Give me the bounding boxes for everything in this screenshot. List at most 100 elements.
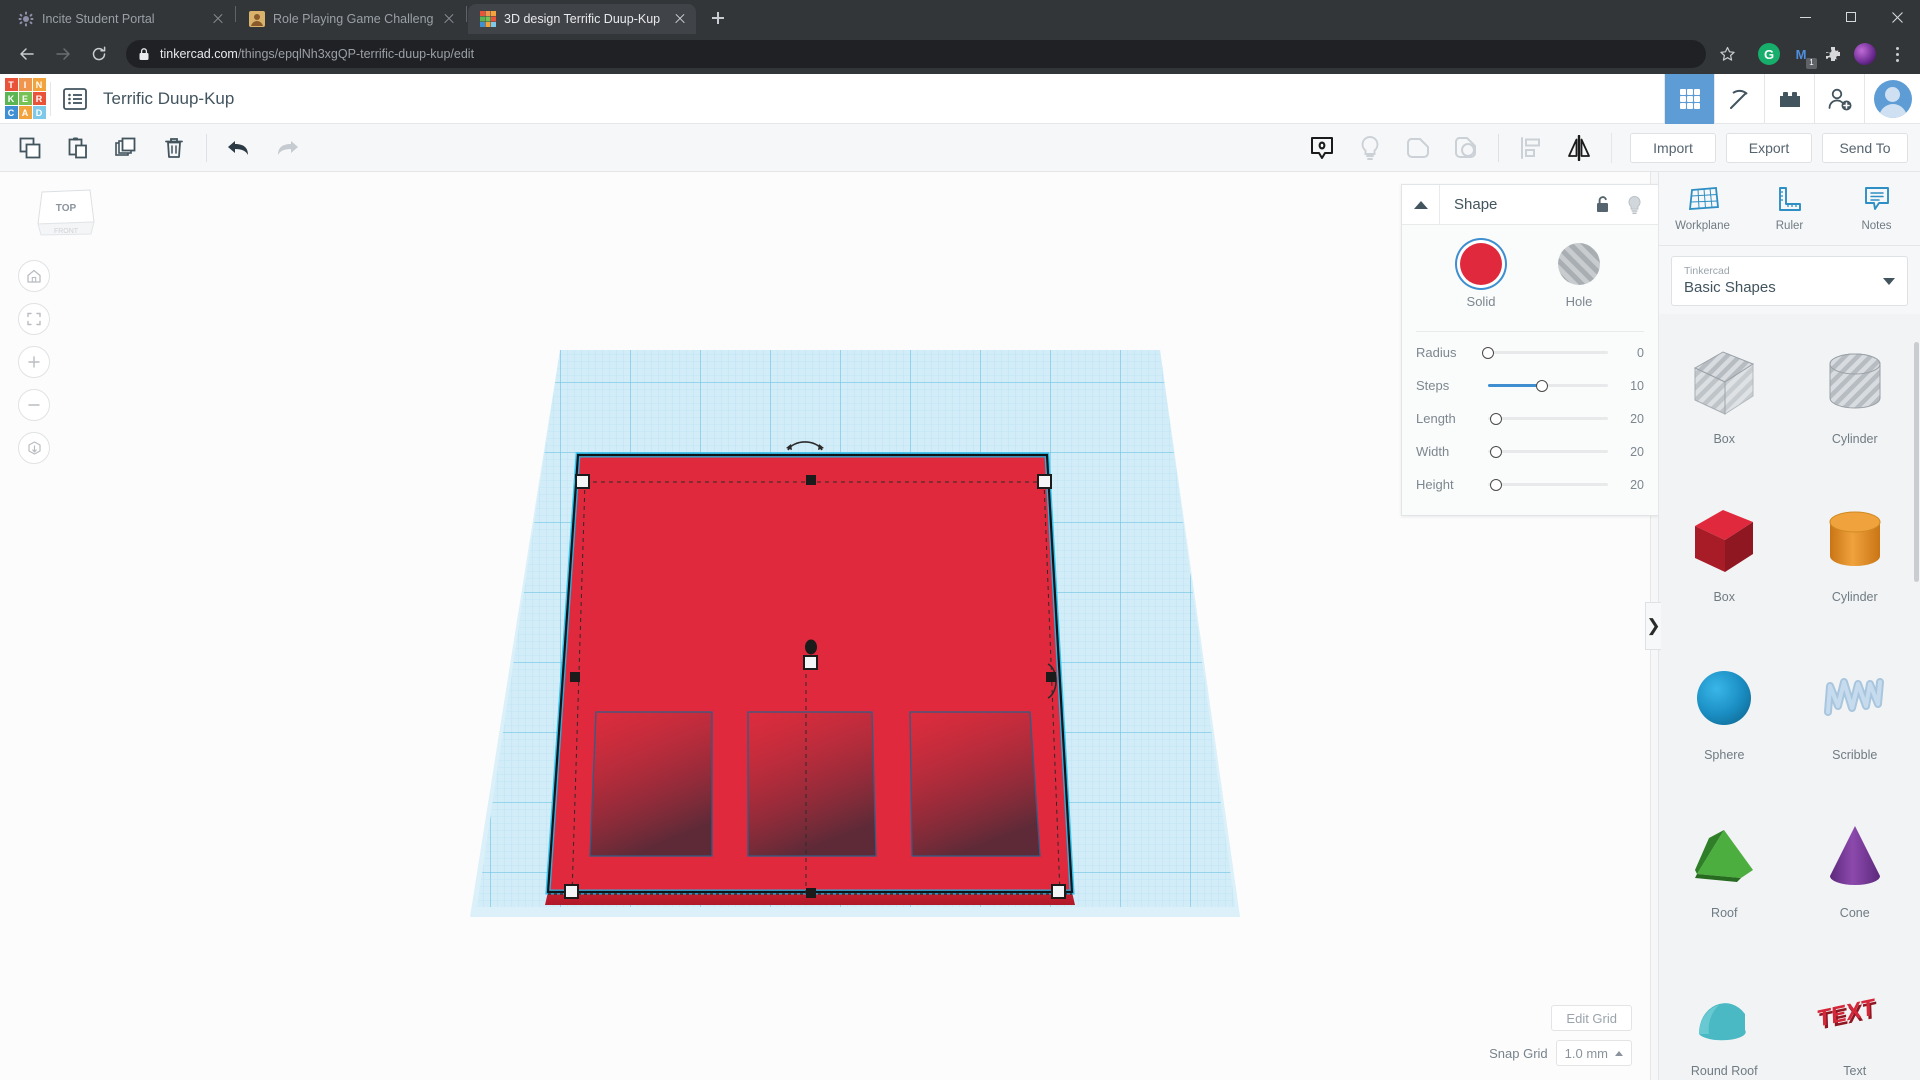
bricks-icon[interactable] bbox=[1764, 73, 1814, 124]
new-tab-button[interactable] bbox=[704, 4, 732, 32]
grammarly-extension[interactable]: G bbox=[1758, 43, 1780, 65]
resize-handle-corner[interactable] bbox=[1051, 884, 1066, 899]
resize-handle-edge[interactable] bbox=[1046, 672, 1056, 682]
duplicate-icon[interactable] bbox=[102, 124, 150, 172]
slider-knob[interactable] bbox=[1536, 379, 1548, 392]
page-title[interactable]: Terrific Duup-Kup bbox=[99, 89, 234, 109]
browser-tab-active[interactable]: 3D design Terrific Duup-Kup | Tin bbox=[468, 4, 696, 34]
slider-knob[interactable] bbox=[1490, 445, 1503, 458]
slider-height[interactable]: Height 20 bbox=[1402, 468, 1658, 501]
hole-rect[interactable] bbox=[747, 711, 877, 857]
solid-option[interactable]: Solid bbox=[1460, 243, 1502, 309]
mirror-icon[interactable] bbox=[1555, 124, 1603, 172]
bookmark-star-icon[interactable] bbox=[1712, 39, 1742, 69]
mail-extension[interactable]: M1 bbox=[1790, 43, 1817, 69]
tab-close-icon[interactable] bbox=[441, 11, 457, 27]
export-button[interactable]: Export bbox=[1726, 132, 1812, 163]
undo-icon[interactable] bbox=[215, 124, 263, 172]
puzzle-extensions-icon[interactable] bbox=[1822, 43, 1844, 65]
light-bulb-icon[interactable] bbox=[1346, 124, 1394, 172]
import-button[interactable]: Import bbox=[1630, 132, 1716, 163]
workplane-tool[interactable]: Workplane bbox=[1659, 172, 1746, 245]
hole-swatch[interactable] bbox=[1558, 243, 1600, 285]
chrome-menu-icon[interactable] bbox=[1886, 46, 1908, 62]
maximize-button[interactable] bbox=[1828, 0, 1874, 34]
notes-tool[interactable]: Notes bbox=[1833, 172, 1920, 245]
resize-handle-edge[interactable] bbox=[570, 672, 580, 682]
resize-handle-corner[interactable] bbox=[1037, 474, 1052, 489]
resize-handle-corner[interactable] bbox=[564, 884, 579, 899]
edit-grid-button[interactable]: Edit Grid bbox=[1551, 1005, 1632, 1031]
light-bulb-icon[interactable] bbox=[1618, 185, 1650, 225]
shape-item-cylinder-hole[interactable]: Cylinder bbox=[1790, 322, 1920, 476]
slider-steps[interactable]: Steps 10 bbox=[1402, 369, 1658, 402]
unlock-icon[interactable] bbox=[1586, 185, 1618, 225]
designs-list-icon[interactable] bbox=[51, 74, 99, 124]
redo-icon[interactable] bbox=[263, 124, 311, 172]
invite-person-icon[interactable] bbox=[1814, 73, 1864, 124]
back-button[interactable] bbox=[12, 39, 42, 69]
forward-button[interactable] bbox=[48, 39, 78, 69]
shape-item-box[interactable]: Box bbox=[1659, 480, 1790, 634]
tab-close-icon[interactable] bbox=[210, 11, 226, 27]
resize-handle-edge[interactable] bbox=[806, 888, 816, 898]
close-button[interactable] bbox=[1874, 0, 1920, 34]
snap-grid-select[interactable]: 1.0 mm bbox=[1555, 1040, 1632, 1066]
shape-item-box-hole[interactable]: Box bbox=[1659, 322, 1790, 476]
slider-knob[interactable] bbox=[1482, 346, 1494, 359]
fit-all-icon[interactable] bbox=[18, 303, 50, 335]
resize-handle-corner[interactable] bbox=[575, 474, 590, 489]
tab-close-icon[interactable] bbox=[672, 11, 688, 27]
slider-length[interactable]: Length 20 bbox=[1402, 402, 1658, 435]
hole-rect[interactable] bbox=[589, 711, 713, 857]
tinkercad-logo[interactable]: T I N K E R C A D bbox=[0, 74, 50, 124]
browser-tab[interactable]: Role Playing Game Challenge - In bbox=[237, 4, 465, 34]
ungroup-icon[interactable] bbox=[1442, 124, 1490, 172]
note-marker-icon[interactable] bbox=[1298, 124, 1346, 172]
group-icon[interactable] bbox=[1394, 124, 1442, 172]
delete-icon[interactable] bbox=[150, 124, 198, 172]
resize-handle-edge[interactable] bbox=[806, 475, 816, 485]
collapse-panel-handle[interactable]: ❯ bbox=[1645, 602, 1661, 650]
shape-item-scribble[interactable]: Scribble bbox=[1790, 638, 1920, 792]
chevron-down-icon[interactable] bbox=[1883, 278, 1895, 285]
user-avatar[interactable] bbox=[1864, 73, 1920, 124]
shape-item-cone[interactable]: Cone bbox=[1790, 796, 1920, 950]
slider-radius[interactable]: Radius 0 bbox=[1402, 336, 1658, 369]
collapse-triangle-icon[interactable] bbox=[1402, 184, 1440, 225]
slider-track[interactable] bbox=[1488, 445, 1608, 458]
codeblocks-pickaxe-icon[interactable] bbox=[1714, 73, 1764, 124]
hole-option[interactable]: Hole bbox=[1558, 243, 1600, 309]
send-to-button[interactable]: Send To bbox=[1822, 132, 1908, 163]
browser-tab[interactable]: Incite Student Portal bbox=[6, 4, 234, 34]
align-icon[interactable] bbox=[1507, 124, 1555, 172]
slider-track[interactable] bbox=[1482, 346, 1608, 359]
slider-width[interactable]: Width 20 bbox=[1402, 435, 1658, 468]
zoom-out-icon[interactable] bbox=[18, 389, 50, 421]
hole-rect[interactable] bbox=[909, 711, 1041, 857]
slider-track[interactable] bbox=[1488, 478, 1608, 491]
grid-designs-icon[interactable] bbox=[1664, 73, 1714, 124]
copy-icon[interactable] bbox=[6, 124, 54, 172]
shape-item-roof[interactable]: Roof bbox=[1659, 796, 1790, 950]
library-scrollbar[interactable] bbox=[1914, 342, 1919, 582]
slider-knob[interactable] bbox=[1490, 412, 1503, 425]
ruler-tool[interactable]: Ruler bbox=[1746, 172, 1833, 245]
home-view-icon[interactable] bbox=[18, 260, 50, 292]
height-handle-cone[interactable] bbox=[805, 639, 817, 655]
solid-swatch[interactable] bbox=[1460, 243, 1502, 285]
reload-button[interactable] bbox=[84, 39, 114, 69]
slider-track[interactable] bbox=[1488, 379, 1608, 392]
shape-item-cylinder[interactable]: Cylinder bbox=[1790, 480, 1920, 634]
shape-item-sphere[interactable]: Sphere bbox=[1659, 638, 1790, 792]
view-cube[interactable]: TOP FRONT bbox=[32, 184, 102, 242]
slider-track[interactable] bbox=[1488, 412, 1608, 425]
profile-avatar[interactable] bbox=[1854, 43, 1876, 65]
shape-item-text[interactable]: TEXT TEXT Text bbox=[1790, 954, 1920, 1080]
height-handle[interactable] bbox=[803, 655, 818, 670]
shape-item-round-roof[interactable]: Round Roof bbox=[1659, 954, 1790, 1080]
orthographic-toggle-icon[interactable] bbox=[18, 432, 50, 464]
url-input[interactable]: tinkercad.com/things/epqlNh3xgQP-terrifi… bbox=[126, 40, 1706, 68]
paste-icon[interactable] bbox=[54, 124, 102, 172]
slider-knob[interactable] bbox=[1490, 478, 1503, 491]
